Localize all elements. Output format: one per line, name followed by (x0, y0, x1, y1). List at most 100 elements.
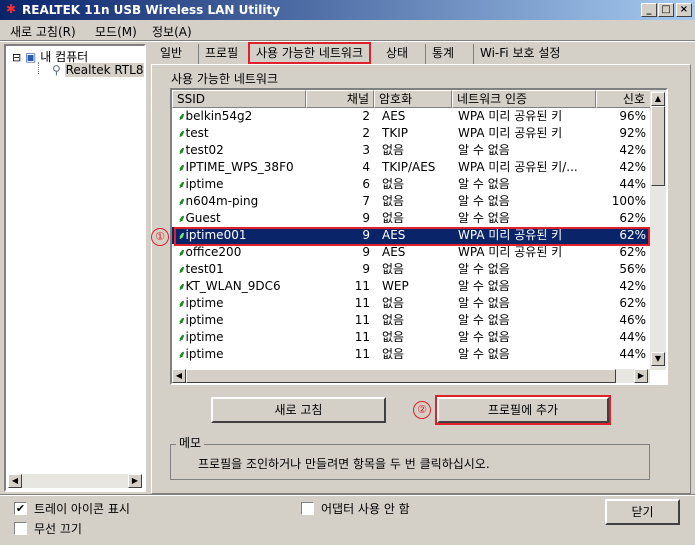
cell-signal: 62% (619, 211, 646, 225)
table-row[interactable]: ⸙IPTIME_WPS_38F0 4 TKIP/AES WPA 미리 공유된 키/..… (172, 159, 650, 176)
tree-adapter[interactable]: ⚲ Realtek RTL81 (52, 63, 144, 77)
col-signal[interactable]: 신호 (596, 90, 652, 108)
table-row[interactable]: ⸙n604m-ping 7 없음 알 수 없음 100% (172, 193, 650, 210)
horizontal-scroll-thumb[interactable] (186, 369, 616, 383)
wifi-signal-icon: ⸙ (178, 163, 186, 174)
menu-refresh[interactable]: 새로 고침(R) (10, 23, 76, 40)
memo-legend: 메모 (176, 434, 205, 451)
tab-status[interactable]: 상태 (380, 44, 414, 64)
list-vertical-scrollbar[interactable]: ▲ ▼ (650, 90, 666, 370)
title-bar[interactable]: ✱ REALTEK 11n USB Wireless LAN Utility _… (0, 0, 695, 20)
cell-channel: 4 (362, 160, 370, 174)
col-encryption[interactable]: 암호화 (374, 90, 452, 108)
device-tree[interactable]: ⊟ ▣ 내 컴퓨터 ⚲ Realtek RTL81 ◀ ▶ (4, 44, 146, 492)
col-channel[interactable]: 채널 (306, 90, 374, 108)
memo-text: 프로필을 조인하거나 만들려면 항목을 두 번 클릭하십시오. (198, 457, 490, 471)
tray-icon-checkbox[interactable]: ✔ (14, 502, 27, 515)
table-row[interactable]: ⸙test02 3 없음 알 수 없음 42% (172, 142, 650, 159)
ssid-text: IPTIME_WPS_38F0 (185, 160, 294, 174)
table-row[interactable]: ⸙iptime 6 없음 알 수 없음 44% (172, 176, 650, 193)
tree-horizontal-scrollbar[interactable]: ◀ ▶ (8, 474, 142, 488)
scroll-right-icon[interactable]: ▶ (128, 474, 142, 488)
ssid-text: iptime (185, 347, 224, 361)
wifi-signal-icon: ⸙ (178, 146, 186, 157)
maximize-button[interactable]: □ (658, 3, 674, 17)
table-row[interactable]: ⸙test 2 TKIP WPA 미리 공유된 키 92% (172, 125, 650, 142)
close-window-button[interactable]: × (676, 3, 692, 17)
menu-mode[interactable]: 모드(M) (95, 23, 137, 40)
cell-encryption: 없음 (382, 143, 405, 157)
list-horizontal-scrollbar[interactable]: ◀ ▶ (172, 369, 650, 383)
disable-adapter-checkbox[interactable] (301, 502, 314, 515)
cell-signal: 46% (619, 313, 646, 327)
wifi-signal-icon: ⸙ (178, 265, 186, 276)
tab-profile[interactable]: 프로필 (198, 44, 244, 64)
scroll-left-icon[interactable]: ◀ (172, 369, 186, 383)
refresh-button[interactable]: 새로 고침 (211, 397, 386, 423)
table-row[interactable]: ⸙Guest 9 없음 알 수 없음 62% (172, 210, 650, 227)
wifi-signal-icon: ⸙ (178, 129, 186, 140)
radio-off-checkbox[interactable] (14, 522, 27, 535)
table-row[interactable]: ⸙iptime 11 없음 알 수 없음 46% (172, 312, 650, 329)
cell-auth: 알 수 없음 (458, 279, 510, 293)
cell-signal: 42% (619, 279, 646, 293)
cell-signal: 62% (619, 296, 646, 310)
ssid-text: iptime (185, 177, 224, 191)
ssid-text: n604m-ping (185, 194, 259, 208)
cell-signal: 44% (619, 330, 646, 344)
ssid-text: iptime (185, 330, 224, 344)
cell-channel: 7 (362, 194, 370, 208)
cell-auth: WPA 미리 공유된 키 (458, 109, 563, 123)
collapse-icon[interactable]: ⊟ (12, 51, 21, 64)
table-row[interactable]: ⸙KT_WLAN_9DC6 11 WEP 알 수 없음 42% (172, 278, 650, 295)
cell-channel: 2 (362, 126, 370, 140)
table-row[interactable]: ⸙iptime 11 없음 알 수 없음 44% (172, 346, 650, 363)
tab-statistics[interactable]: 통계 (425, 44, 460, 64)
tab-available-networks[interactable]: 사용 가능한 네트워크 (248, 42, 371, 64)
cell-channel: 9 (362, 211, 370, 225)
vertical-scroll-thumb[interactable] (651, 106, 665, 186)
wifi-signal-icon: ⸙ (178, 316, 186, 327)
add-to-profile-button[interactable]: 프로필에 추가 (435, 395, 611, 425)
network-adapter-icon: ⚲ (52, 63, 61, 77)
cell-signal: 44% (619, 347, 646, 361)
table-row[interactable]: ⸙belkin54g2 2 AES WPA 미리 공유된 키 96% (172, 108, 650, 125)
cell-encryption: AES (382, 245, 406, 259)
cell-encryption: WEP (382, 279, 409, 293)
table-row[interactable]: ⸙iptime 11 없음 알 수 없음 62% (172, 295, 650, 312)
wifi-signal-icon: ⸙ (178, 248, 186, 259)
ssid-text: test02 (185, 143, 224, 157)
minimize-button[interactable]: _ (641, 3, 657, 17)
scroll-up-icon[interactable]: ▲ (651, 92, 665, 106)
scroll-right-icon[interactable]: ▶ (634, 369, 648, 383)
scroll-down-icon[interactable]: ▼ (651, 352, 665, 366)
tree-connector (38, 62, 39, 74)
table-row[interactable]: ⸙office200 9 AES WPA 미리 공유된 키 62% (172, 244, 650, 261)
close-button[interactable]: 닫기 (605, 499, 680, 525)
table-row[interactable]: ⸙iptime 11 없음 알 수 없음 44% (172, 329, 650, 346)
col-ssid[interactable]: SSID (172, 90, 306, 108)
cell-ssid: ⸙iptime (178, 312, 306, 330)
ssid-text: KT_WLAN_9DC6 (185, 279, 281, 293)
cell-ssid: ⸙IPTIME_WPS_38F0 (178, 159, 306, 177)
cell-encryption: 없음 (382, 347, 405, 361)
cell-ssid: ⸙iptime (178, 346, 306, 364)
col-auth[interactable]: 네트워크 인증 (452, 90, 596, 108)
cell-signal: 44% (619, 177, 646, 191)
cell-signal: 56% (619, 262, 646, 276)
selected-row-highlight (174, 227, 650, 246)
ssid-text: iptime (185, 296, 224, 310)
tab-wps[interactable]: Wi-Fi 보호 설정 (473, 44, 566, 64)
menu-about[interactable]: 정보(A) (152, 23, 192, 40)
scroll-left-icon[interactable]: ◀ (8, 474, 22, 488)
menu-bar: 새로 고침(R) 모드(M) 정보(A) (0, 20, 695, 40)
table-row[interactable]: ⸙test01 9 없음 알 수 없음 56% (172, 261, 650, 278)
cell-encryption: 없음 (382, 211, 405, 225)
cell-channel: 11 (354, 279, 370, 293)
tab-general[interactable]: 일반 (154, 44, 188, 64)
ssid-text: office200 (185, 245, 242, 259)
ssid-text: Guest (185, 211, 221, 225)
cell-signal: 42% (619, 160, 646, 174)
cell-auth: 알 수 없음 (458, 211, 510, 225)
list-header: SSID 채널 암호화 네트워크 인증 신호 (172, 90, 652, 108)
